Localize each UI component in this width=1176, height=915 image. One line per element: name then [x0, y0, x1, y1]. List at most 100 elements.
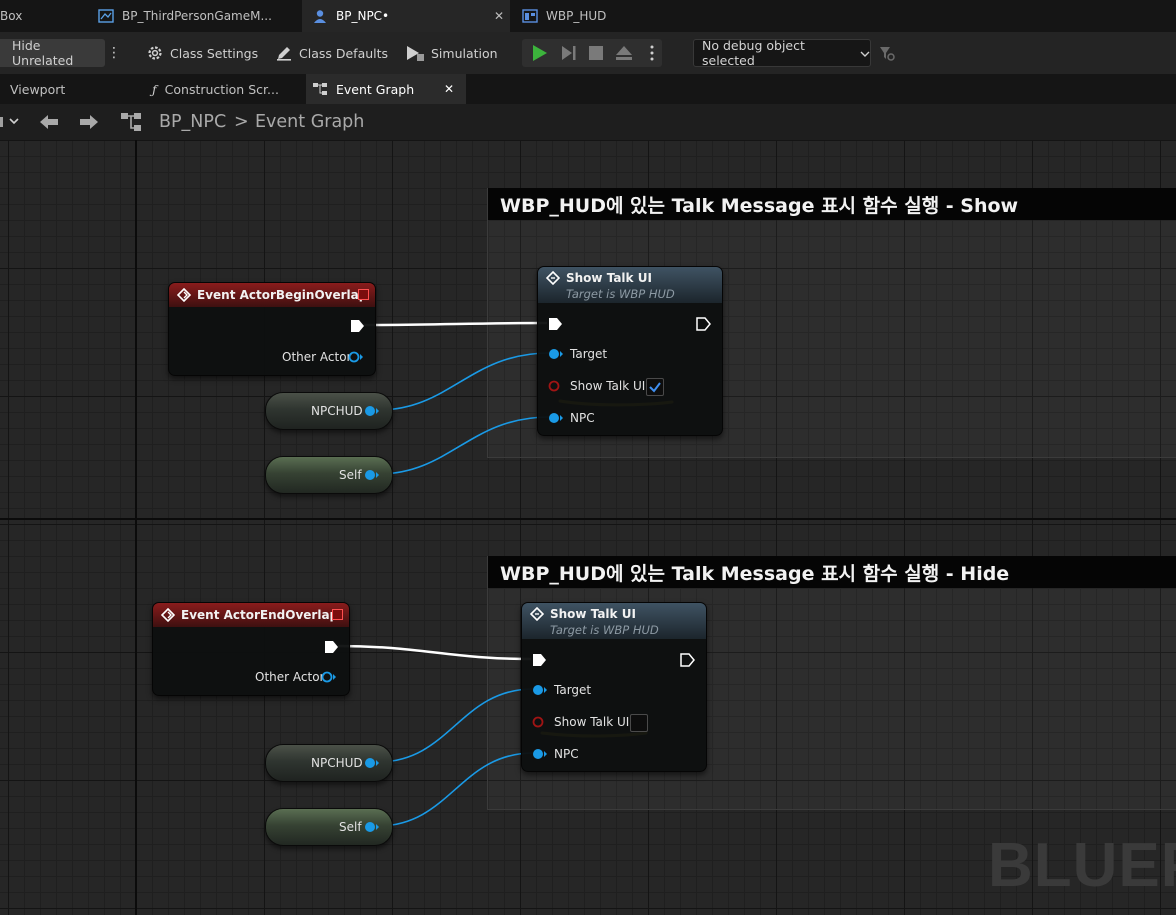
simulation-label: Simulation — [431, 45, 498, 61]
object-out-pin[interactable] — [364, 468, 380, 482]
show-talk-ui-node-show[interactable]: Show Talk UI Target is WBP HUD Target Sh… — [537, 266, 723, 436]
breadcrumb-label: BP_NPC — [159, 112, 227, 132]
class-settings-label: Class Settings — [170, 45, 259, 61]
bool-in-pin[interactable] — [548, 379, 564, 393]
doc-tab-bp-thirdpersongamemode[interactable]: BP_ThirdPersonGameM... — [86, 0, 300, 32]
bool-in-pin[interactable] — [532, 715, 548, 729]
object-out-pin[interactable] — [321, 670, 337, 684]
forward-arrow-icon[interactable] — [78, 104, 100, 140]
show-talk-ui-checkbox[interactable] — [646, 378, 664, 396]
doc-tab-box[interactable]: Box — [0, 0, 86, 32]
tab-event-graph[interactable]: Event Graph ✕ — [306, 74, 466, 104]
exec-out-pin[interactable] — [696, 317, 712, 331]
graph-icon — [312, 82, 328, 96]
eject-icon[interactable] — [616, 46, 632, 60]
exec-out-pin[interactable] — [324, 640, 340, 654]
pin-label: Other Actor — [282, 350, 352, 364]
doc-tab-wbp-hud[interactable]: WBP_HUD — [512, 0, 642, 32]
variable-label: Self — [339, 820, 362, 834]
separator-glyph: > — [234, 112, 249, 132]
object-out-pin[interactable] — [364, 404, 380, 418]
character-blueprint-icon — [312, 9, 328, 23]
pin-label: Target — [554, 683, 592, 697]
more-options-icon[interactable]: ⋮ — [107, 39, 121, 67]
widget-blueprint-icon — [522, 9, 538, 23]
debug-object-label: No debug object selected — [702, 38, 805, 68]
variable-label: Self — [339, 468, 362, 482]
class-settings-button[interactable]: Class Settings — [146, 39, 258, 67]
node-title: Event ActorEndOverlap — [181, 608, 339, 622]
node-subtitle: Target is WBP HUD — [566, 287, 675, 301]
object-wire — [377, 352, 550, 411]
blueprint-toolbar: Hide Unrelated ⋮ Class Settings Class De… — [0, 32, 1176, 74]
doc-tab-label: BP_NPC• — [336, 9, 390, 23]
self-reference-node[interactable]: Self — [265, 808, 393, 846]
close-icon[interactable]: ✕ — [444, 82, 454, 96]
breadcrumb: BP_NPC > Event Graph — [0, 104, 1176, 140]
gear-icon — [146, 44, 164, 62]
pin-label: Show Talk UI — [570, 379, 646, 393]
npchud-variable-node[interactable]: NPCHUD — [265, 392, 393, 430]
object-out-pin[interactable] — [348, 350, 364, 364]
object-wire — [377, 416, 550, 475]
pin-label: Other Actor — [255, 670, 325, 684]
blueprint-watermark: BLUEPRINT — [988, 831, 1176, 900]
object-wire — [377, 688, 534, 763]
exec-in-pin[interactable] — [532, 653, 548, 667]
breadcrumb-label: Event Graph — [255, 112, 365, 132]
play-icon[interactable] — [533, 45, 547, 61]
breadcrumb-graph[interactable]: Event Graph — [255, 104, 364, 140]
document-tab-bar: Box BP_ThirdPersonGameM... BP_NPC• ✕ WBP… — [0, 0, 1176, 32]
checkmark-icon — [649, 382, 661, 393]
hide-unrelated-button[interactable]: Hide Unrelated — [0, 38, 105, 68]
class-defaults-button[interactable]: Class Defaults — [275, 39, 388, 67]
event-actor-begin-overlap-node[interactable]: Event ActorBeginOverlap Other Actor — [168, 282, 376, 376]
doc-tab-bp-npc[interactable]: BP_NPC• ✕ — [302, 0, 510, 32]
breadcrumb-blueprint[interactable]: BP_NPC — [159, 104, 226, 140]
more-options-icon[interactable] — [650, 45, 654, 61]
simulation-icon — [405, 44, 425, 62]
exec-out-pin[interactable] — [350, 319, 366, 333]
object-out-pin[interactable] — [364, 756, 380, 770]
variable-label: NPCHUD — [311, 404, 363, 418]
event-icon — [177, 288, 191, 302]
node-header: Event ActorBeginOverlap — [169, 283, 375, 307]
blueprint-asset-icon — [98, 9, 114, 23]
object-in-pin[interactable] — [548, 411, 564, 425]
graph-hierarchy-icon — [120, 104, 144, 140]
object-in-pin[interactable] — [548, 347, 564, 361]
event-graph-canvas[interactable]: WBP_HUD에 있는 Talk Message 표시 함수 실행 - Show… — [0, 140, 1176, 915]
event-actor-end-overlap-node[interactable]: Event ActorEndOverlap Other Actor — [152, 602, 350, 696]
exec-out-pin[interactable] — [680, 653, 696, 667]
close-icon[interactable]: ✕ — [494, 9, 504, 23]
pencil-icon — [275, 44, 293, 62]
npchud-variable-node[interactable]: NPCHUD — [265, 744, 393, 782]
tab-construction-script[interactable]: ƒ Construction Scr... — [146, 74, 300, 104]
stop-icon[interactable] — [589, 46, 603, 60]
object-out-pin[interactable] — [364, 820, 380, 834]
object-in-pin[interactable] — [532, 683, 548, 697]
exec-in-pin[interactable] — [548, 317, 564, 331]
node-title: Show Talk UI — [566, 271, 652, 285]
node-header: Event ActorEndOverlap — [153, 603, 349, 627]
advance-frame-icon[interactable] — [562, 46, 576, 60]
doc-tab-label: Box — [0, 9, 23, 23]
debug-object-dropdown[interactable]: No debug object selected — [693, 38, 871, 68]
tab-label: Event Graph — [336, 81, 415, 97]
show-talk-ui-node-hide[interactable]: Show Talk UI Target is WBP HUD Target Sh… — [521, 602, 707, 772]
simulation-button[interactable]: Simulation — [405, 39, 498, 67]
node-subtitle: Target is WBP HUD — [550, 623, 659, 637]
delegate-pin-icon[interactable] — [332, 609, 343, 620]
graph-options-dropdown[interactable] — [0, 104, 22, 140]
delegate-pin-icon[interactable] — [358, 289, 369, 300]
debug-filter-icon[interactable] — [878, 39, 896, 67]
tab-label: Viewport — [10, 81, 66, 97]
play-controls — [522, 39, 662, 67]
tab-viewport[interactable]: Viewport — [0, 74, 140, 104]
back-arrow-icon[interactable] — [38, 104, 60, 140]
self-reference-node[interactable]: Self — [265, 456, 393, 494]
show-talk-ui-checkbox[interactable] — [630, 714, 648, 732]
pin-label: NPC — [570, 411, 595, 425]
pin-label: Target — [570, 347, 608, 361]
object-in-pin[interactable] — [532, 747, 548, 761]
